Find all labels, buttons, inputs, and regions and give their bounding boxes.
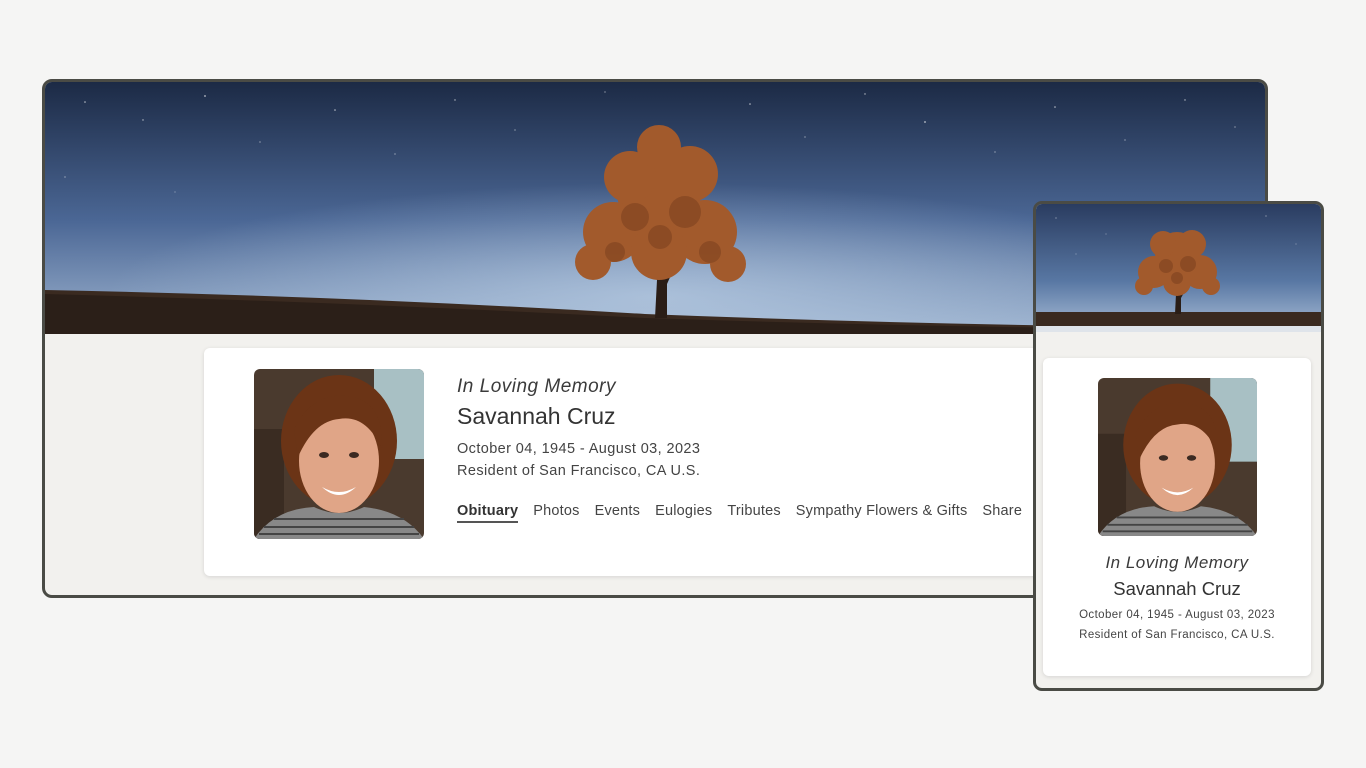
portrait-photo (254, 369, 424, 539)
deceased-name: Savannah Cruz (1113, 578, 1241, 599)
tab-photos[interactable]: Photos (533, 503, 579, 523)
life-dates: October 04, 1945 - August 03, 2023 (457, 441, 701, 457)
memorial-info: In Loving Memory Savannah Cruz October 0… (1043, 551, 1311, 644)
memorial-card: In Loving Memory Savannah Cruz October 0… (204, 348, 1104, 576)
deceased-name: Savannah Cruz (457, 403, 616, 429)
residence: Resident of San Francisco, CA U.S. (457, 463, 701, 479)
mobile-preview-frame: In Loving Memory Savannah Cruz October 0… (1033, 201, 1324, 691)
in-loving-memory-label: In Loving Memory (1105, 553, 1249, 572)
tab-eulogies[interactable]: Eulogies (655, 503, 712, 523)
tab-obituary[interactable]: Obituary (457, 503, 519, 523)
in-loving-memory-label: In Loving Memory (457, 376, 617, 397)
memorial-tabs: Obituary Photos Events Eulogies Tributes… (457, 503, 1022, 523)
tab-share[interactable]: Share (982, 503, 1022, 523)
memorial-info: In Loving Memory Savannah Cruz October 0… (457, 375, 700, 481)
life-dates: October 04, 1945 - August 03, 2023 (1079, 609, 1275, 621)
memorial-card: In Loving Memory Savannah Cruz October 0… (1043, 358, 1311, 676)
banner-image (1036, 204, 1321, 332)
tab-sympathy-flowers-gifts[interactable]: Sympathy Flowers & Gifts (796, 503, 968, 523)
residence: Resident of San Francisco, CA U.S. (1079, 629, 1275, 641)
portrait-photo (1098, 378, 1257, 536)
tab-tributes[interactable]: Tributes (727, 503, 780, 523)
tab-events[interactable]: Events (595, 503, 641, 523)
